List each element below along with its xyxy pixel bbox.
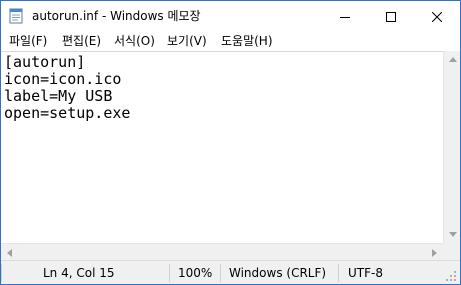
encoding: UTF-8 bbox=[348, 266, 383, 280]
vertical-scrollbar[interactable] bbox=[443, 51, 460, 260]
menu-file[interactable]: 파일(F) bbox=[9, 31, 47, 51]
cursor-position: Ln 4, Col 15 bbox=[43, 266, 115, 280]
status-divider bbox=[220, 264, 221, 282]
notepad-icon bbox=[8, 8, 24, 24]
editor-line: icon=icon.ico bbox=[4, 70, 122, 88]
menu-bar: 파일(F) 편집(E) 서식(O) 보기(V) 도움말(H) bbox=[1, 31, 460, 51]
minimize-icon bbox=[340, 7, 350, 26]
text-editor[interactable]: [autorun] icon=icon.ico label=My USB ope… bbox=[1, 51, 443, 260]
window-title: autorun.inf - Windows 메모장 bbox=[32, 9, 201, 23]
menu-format[interactable]: 서식(O) bbox=[114, 31, 155, 51]
status-divider bbox=[169, 264, 170, 282]
zoom-level: 100% bbox=[178, 266, 213, 280]
menu-help[interactable]: 도움말(H) bbox=[221, 31, 273, 51]
scrollbar-corner bbox=[443, 243, 460, 260]
resize-grip-icon[interactable] bbox=[445, 270, 457, 282]
editor-line: label=My USB bbox=[4, 87, 113, 105]
minimize-button[interactable] bbox=[322, 1, 368, 31]
scroll-right-icon[interactable] bbox=[426, 244, 443, 261]
menu-edit[interactable]: 편집(E) bbox=[62, 31, 101, 51]
status-divider bbox=[1, 264, 2, 282]
close-button[interactable] bbox=[414, 1, 460, 31]
title-bar[interactable]: autorun.inf - Windows 메모장 bbox=[1, 1, 460, 31]
status-bar: Ln 4, Col 15 100% Windows (CRLF) UTF-8 bbox=[1, 260, 460, 284]
menu-view[interactable]: 보기(V) bbox=[167, 31, 207, 51]
close-icon bbox=[431, 7, 443, 26]
editor-line: open=setup.exe bbox=[4, 104, 131, 122]
maximize-button[interactable] bbox=[368, 1, 414, 31]
scroll-up-icon[interactable] bbox=[444, 51, 461, 68]
scroll-down-icon[interactable] bbox=[444, 226, 461, 243]
status-divider bbox=[338, 264, 339, 282]
horizontal-scrollbar[interactable] bbox=[1, 243, 443, 260]
maximize-icon bbox=[386, 7, 396, 26]
scroll-left-icon[interactable] bbox=[1, 244, 18, 261]
editor-line: [autorun] bbox=[4, 53, 86, 71]
notepad-window: autorun.inf - Windows 메모장 파일(F) 편집(E) 서식… bbox=[0, 0, 461, 285]
line-ending: Windows (CRLF) bbox=[229, 266, 327, 280]
